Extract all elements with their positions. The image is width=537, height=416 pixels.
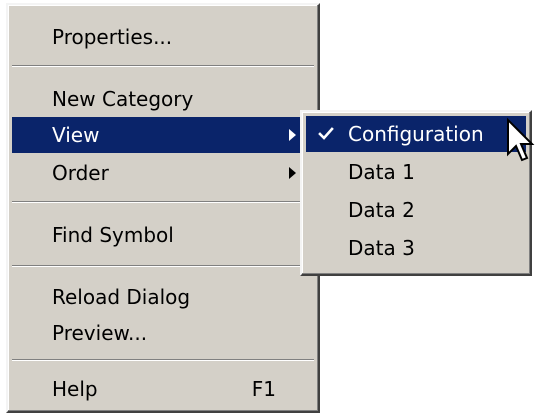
submenu-item-data-2[interactable]: Data 2 bbox=[306, 192, 526, 228]
menu-item-help[interactable]: Help F1 bbox=[12, 371, 314, 407]
submenu-item-configuration[interactable]: Configuration bbox=[306, 116, 526, 152]
submenu-item-label: Data 2 bbox=[348, 198, 415, 222]
menu-item-label: View bbox=[52, 123, 100, 147]
menu-separator bbox=[12, 265, 314, 267]
menu-item-order[interactable]: Order bbox=[12, 155, 314, 191]
menu-item-properties[interactable]: Properties... bbox=[12, 19, 314, 55]
menu-separator bbox=[12, 201, 314, 203]
mouse-pointer-icon bbox=[507, 117, 535, 162]
menu-item-view[interactable]: View bbox=[12, 117, 314, 153]
menu-item-label: New Category bbox=[52, 87, 194, 111]
menu-item-label: Properties... bbox=[52, 25, 173, 49]
chevron-right-icon bbox=[289, 129, 296, 141]
menu-item-label: Preview... bbox=[52, 321, 148, 345]
menu-item-shortcut: F1 bbox=[251, 377, 276, 401]
menu-item-label: Find Symbol bbox=[52, 223, 174, 247]
chevron-right-icon bbox=[289, 167, 296, 179]
menu-item-label: Order bbox=[52, 161, 109, 185]
submenu-item-data-3[interactable]: Data 3 bbox=[306, 230, 526, 266]
submenu-item-label: Data 1 bbox=[348, 160, 415, 184]
view-submenu: Configuration Data 1 Data 2 Data 3 bbox=[300, 110, 532, 276]
menu-item-new-category[interactable]: New Category bbox=[12, 81, 314, 117]
context-menu: Properties... New Category View Order Fi… bbox=[6, 3, 320, 413]
menu-item-preview[interactable]: Preview... bbox=[12, 315, 314, 351]
menu-separator bbox=[12, 65, 314, 67]
submenu-item-label: Data 3 bbox=[348, 236, 415, 260]
submenu-item-data-1[interactable]: Data 1 bbox=[306, 154, 526, 190]
menu-separator bbox=[12, 359, 314, 361]
menu-item-find-symbol[interactable]: Find Symbol bbox=[12, 217, 314, 253]
menu-item-label: Help bbox=[52, 377, 98, 401]
menu-item-label: Reload Dialog bbox=[52, 285, 191, 309]
submenu-item-label: Configuration bbox=[348, 122, 484, 146]
checkmark-icon bbox=[318, 127, 334, 140]
menu-item-reload-dialog[interactable]: Reload Dialog bbox=[12, 279, 314, 315]
